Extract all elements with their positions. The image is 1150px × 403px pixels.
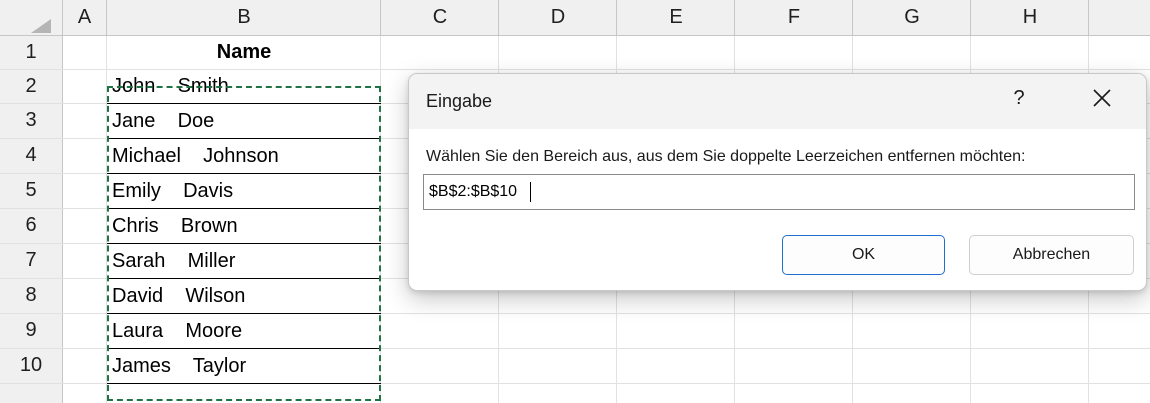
column-header-i[interactable]: I <box>1089 0 1150 35</box>
header-divider <box>970 0 971 35</box>
header-divider <box>380 0 381 35</box>
cell-b1-header[interactable]: Name <box>107 36 381 69</box>
cell-border <box>107 383 381 384</box>
row-header-8[interactable]: 8 <box>0 278 62 313</box>
select-all-button[interactable] <box>0 0 62 35</box>
cell-b2[interactable]: John Smith <box>112 70 380 103</box>
header-divider <box>734 0 735 35</box>
row-header-6[interactable]: 6 <box>0 208 62 243</box>
dialog-title: Eingabe <box>426 91 493 111</box>
row-header-9[interactable]: 9 <box>0 313 62 348</box>
row-header-2[interactable]: 2 <box>0 69 62 103</box>
column-header-b[interactable]: B <box>107 0 381 35</box>
cell-b5[interactable]: Emily Davis <box>112 174 380 208</box>
row-header-10[interactable]: 10 <box>0 348 62 383</box>
text-caret <box>530 182 531 202</box>
dialog-title-bar[interactable]: Eingabe ? <box>409 74 1146 129</box>
column-header-d[interactable]: D <box>499 0 617 35</box>
column-header-h[interactable]: H <box>971 0 1089 35</box>
cell-b9[interactable]: Laura Moore <box>112 314 380 348</box>
ok-button[interactable]: OK <box>782 235 945 275</box>
range-input[interactable]: $B$2:$B$10 <box>423 174 1135 210</box>
row-header-5[interactable]: 5 <box>0 173 62 208</box>
cell-b6[interactable]: Chris Brown <box>112 209 380 243</box>
row-header-3[interactable]: 3 <box>0 103 62 138</box>
select-all-triangle-icon <box>31 19 51 33</box>
row-header-7[interactable]: 7 <box>0 243 62 278</box>
cell-b7[interactable]: Sarah Miller <box>112 244 380 278</box>
column-header-f[interactable]: F <box>735 0 853 35</box>
row-header-1[interactable]: 1 <box>0 35 62 69</box>
header-divider <box>1088 0 1089 35</box>
help-button[interactable]: ? <box>1009 87 1029 110</box>
cell-b4[interactable]: Michael Johnson <box>112 139 380 173</box>
cell-b3[interactable]: Jane Doe <box>112 104 380 138</box>
column-header-e[interactable]: E <box>617 0 735 35</box>
input-dialog: Eingabe ? Wählen Sie den Bereich aus, au… <box>408 73 1147 291</box>
close-icon <box>1093 89 1111 107</box>
header-divider <box>616 0 617 35</box>
cell-b10[interactable]: James Taylor <box>112 349 380 383</box>
cell-b8[interactable]: David Wilson <box>112 279 380 313</box>
header-divider <box>852 0 853 35</box>
cancel-button[interactable]: Abbrechen <box>969 235 1134 275</box>
header-divider <box>498 0 499 35</box>
range-input-value: $B$2:$B$10 <box>429 183 518 200</box>
column-header-a[interactable]: A <box>62 0 107 35</box>
row-header-11[interactable] <box>0 383 62 403</box>
dialog-prompt: Wählen Sie den Bereich aus, aus dem Sie … <box>426 148 1026 165</box>
row-header-4[interactable]: 4 <box>0 138 62 173</box>
column-header-c[interactable]: C <box>381 0 499 35</box>
header-divider <box>106 0 107 35</box>
row-header-border <box>62 0 63 403</box>
close-button[interactable] <box>1091 87 1113 109</box>
column-header-g[interactable]: G <box>853 0 971 35</box>
